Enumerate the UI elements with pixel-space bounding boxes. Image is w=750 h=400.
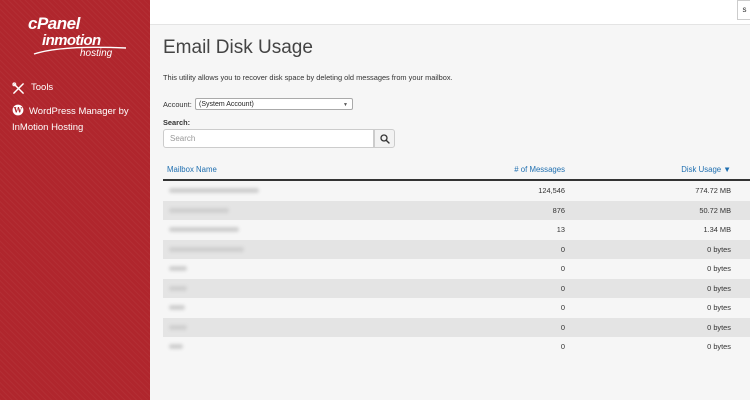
message-count: 124,546	[538, 186, 565, 195]
top-bar: s	[150, 0, 750, 25]
wordpress-icon: W	[12, 104, 24, 116]
message-count: 13	[556, 225, 565, 234]
table-row[interactable]: 0 0 bytes	[163, 239, 750, 259]
sidebar-item-tools[interactable]: Tools	[12, 80, 53, 96]
disk-usage: 50.72 MB	[699, 205, 731, 215]
chevron-down-icon: ▼	[343, 102, 348, 108]
mailbox-name-redacted	[169, 188, 259, 193]
page-title: Email Disk Usage	[163, 37, 313, 58]
search-input[interactable]	[163, 129, 374, 148]
disk-usage: 1.34 MB	[703, 225, 731, 234]
account-label: Account:	[163, 100, 192, 109]
mailbox-name-redacted	[169, 266, 187, 271]
message-count: 0	[560, 283, 565, 293]
table-row[interactable]: 876 50.72 MB	[163, 200, 750, 220]
cpanel-inmotion-logo[interactable]: cPanel inmotion hosting	[28, 14, 128, 60]
table-row[interactable]: 13 1.34 MB	[163, 220, 750, 240]
mailbox-name-redacted	[169, 305, 185, 310]
mailbox-name-redacted	[169, 344, 183, 349]
message-count: 0	[560, 322, 565, 332]
logo-hosting-text: hosting	[80, 48, 113, 59]
sidebar: cPanel inmotion hosting Tools W WordPres…	[0, 0, 150, 400]
search-button[interactable]	[374, 129, 395, 148]
sidebar-item-label: Tools	[31, 82, 54, 93]
mailbox-table: 124,546 774.72 MB 876 50.72 MB 13 1.34 M…	[163, 181, 750, 357]
mailbox-name-redacted	[169, 227, 239, 232]
logo-cpanel-text: cPanel	[28, 14, 80, 33]
mailbox-name-redacted	[169, 324, 187, 330]
table-row[interactable]: 0 0 bytes	[163, 337, 750, 357]
disk-usage: 774.72 MB	[695, 186, 731, 195]
main-content: Email Disk Usage This utility allows you…	[150, 25, 750, 400]
account-select-value: (System Account)	[199, 101, 254, 108]
mailbox-name-redacted	[169, 246, 244, 252]
message-count: 0	[560, 342, 565, 351]
search-icon	[379, 133, 390, 144]
mailbox-name-redacted	[169, 207, 229, 213]
column-header-messages[interactable]: # of Messages	[514, 165, 565, 174]
disk-usage: 0 bytes	[707, 303, 731, 312]
page-description: This utility allows you to recover disk …	[163, 73, 453, 82]
message-count: 876	[552, 205, 565, 215]
sidebar-item-label: WordPress Manager by InMotion Hosting	[12, 106, 129, 133]
message-count: 0	[560, 264, 565, 273]
table-row[interactable]: 0 0 bytes	[163, 278, 750, 298]
table-row[interactable]: 124,546 774.72 MB	[163, 181, 750, 201]
search-label: Search:	[163, 118, 191, 127]
column-header-mailbox-name[interactable]: Mailbox Name	[167, 165, 217, 174]
table-row[interactable]: 0 0 bytes	[163, 317, 750, 337]
top-right-button[interactable]: s	[737, 0, 750, 20]
table-row[interactable]: 0 0 bytes	[163, 298, 750, 318]
sidebar-item-wordpress-manager[interactable]: W WordPress Manager by InMotion Hosting	[12, 104, 142, 136]
disk-usage: 0 bytes	[707, 244, 731, 254]
mailbox-name-redacted	[169, 285, 187, 291]
account-select[interactable]: (System Account) ▼	[195, 98, 353, 110]
disk-usage: 0 bytes	[707, 322, 731, 332]
tools-icon	[12, 81, 24, 94]
table-row[interactable]: 0 0 bytes	[163, 259, 750, 279]
disk-usage: 0 bytes	[707, 342, 731, 351]
column-header-disk-usage[interactable]: Disk Usage ▼	[681, 165, 731, 174]
disk-usage: 0 bytes	[707, 264, 731, 273]
message-count: 0	[560, 244, 565, 254]
message-count: 0	[560, 303, 565, 312]
svg-text:W: W	[13, 106, 23, 115]
disk-usage: 0 bytes	[707, 283, 731, 293]
